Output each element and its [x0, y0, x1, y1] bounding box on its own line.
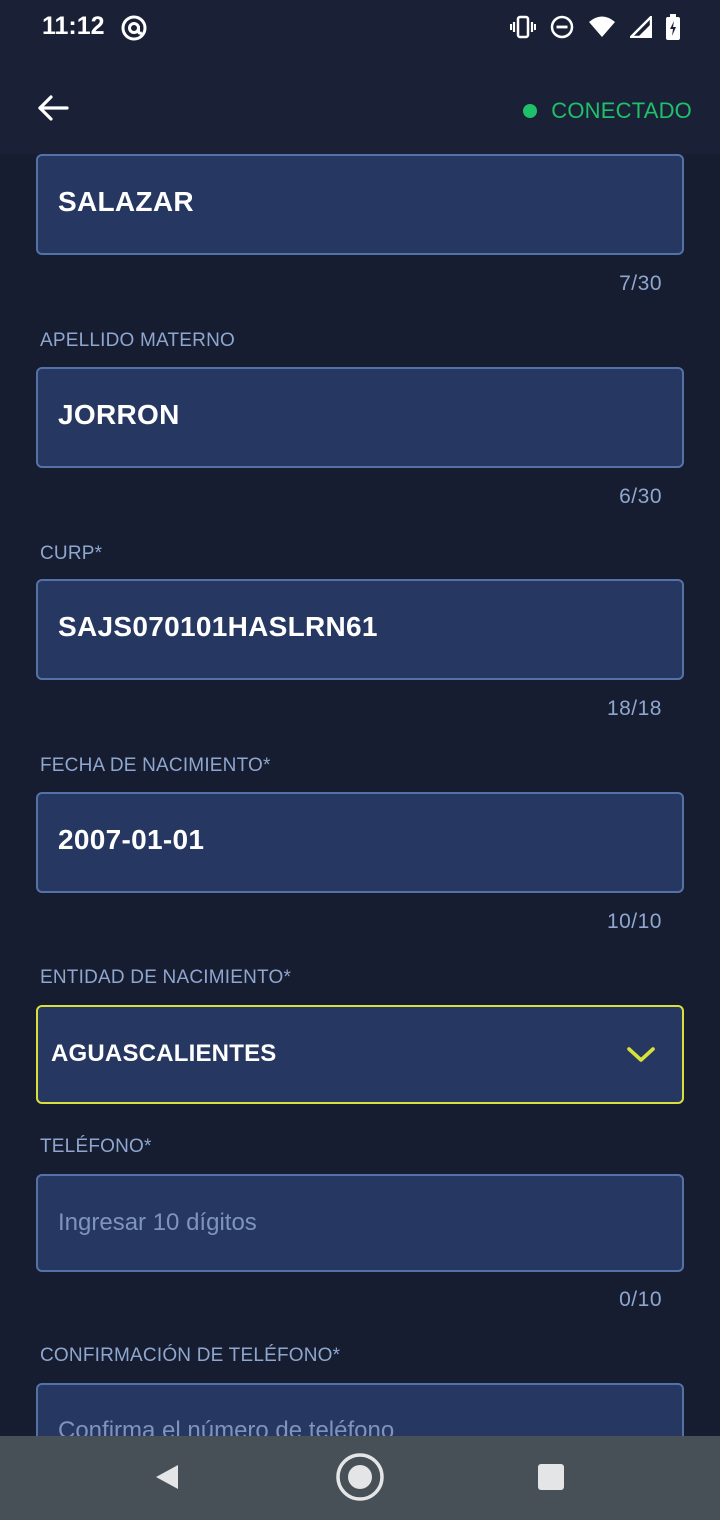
telefono-counter: 0/10: [619, 1288, 662, 1311]
app-bar: CONECTADO: [0, 56, 720, 154]
nav-recents-button[interactable]: [526, 1454, 576, 1504]
wifi-icon: [588, 15, 616, 39]
vibrate-icon: [510, 15, 536, 39]
battery-charging-icon: [666, 14, 680, 40]
entidad-nacimiento-select[interactable]: AGUASCALIENTES: [36, 1005, 684, 1104]
home-circle-icon: [335, 1452, 385, 1507]
recents-square-icon: [537, 1463, 565, 1496]
connection-dot-icon: [523, 104, 538, 118]
apellido-materno-input[interactable]: JORRON: [36, 367, 684, 468]
curp-label: CURP*: [40, 543, 103, 564]
confirmacion-telefono-label: CONFIRMACIÓN DE TELÉFONO*: [40, 1345, 341, 1366]
nav-home-button[interactable]: [335, 1452, 385, 1507]
signal-icon: [630, 16, 652, 38]
arrow-left-icon: [37, 94, 69, 127]
fecha-nacimiento-label: FECHA DE NACIMIENTO*: [40, 755, 271, 776]
curp-counter: 18/18: [606, 697, 662, 720]
entidad-nacimiento-label: ENTIDAD DE NACIMIENTO*: [40, 967, 292, 988]
entidad-nacimiento-value: AGUASCALIENTES: [51, 1040, 277, 1067]
telefono-label: TELÉFONO*: [40, 1136, 152, 1157]
fecha-nacimiento-value: 2007-01-01: [58, 824, 205, 855]
back-triangle-icon: [152, 1462, 182, 1497]
do-not-disturb-icon: [550, 15, 574, 39]
curp-input[interactable]: SAJS070101HASLRN61: [36, 579, 684, 680]
system-nav-bar: [0, 1436, 720, 1520]
apellido-paterno-input[interactable]: SALAZAR: [36, 154, 684, 255]
status-icons: [510, 14, 680, 40]
apellido-paterno-counter: 7/30: [619, 272, 662, 295]
fecha-nacimiento-counter: 10/10: [606, 910, 662, 933]
status-time: 11:12: [42, 12, 105, 40]
apellido-materno-counter: 6/30: [619, 485, 662, 508]
nav-back-button[interactable]: [142, 1454, 192, 1504]
status-bar: 11:12: [0, 0, 720, 56]
connection-label: CONECTADO: [551, 98, 692, 123]
confirmacion-telefono-input[interactable]: Confirma el número de teléfono: [36, 1383, 684, 1436]
fecha-nacimiento-input[interactable]: 2007-01-01: [36, 792, 684, 893]
chevron-down-icon: [626, 1045, 656, 1070]
curp-value: SAJS070101HASLRN61: [58, 611, 378, 642]
apellido-materno-value: JORRON: [58, 399, 180, 430]
apellido-paterno-value: SALAZAR: [58, 186, 194, 217]
back-button[interactable]: [30, 92, 76, 128]
telefono-placeholder: Ingresar 10 dígitos: [58, 1209, 257, 1236]
form-scroll-area[interactable]: SALAZAR 7/30 APELLIDO MATERNO JORRON 6/3…: [0, 154, 720, 1436]
at-sign-icon: [120, 14, 148, 42]
confirmacion-telefono-placeholder: Confirma el número de teléfono: [58, 1417, 395, 1436]
connection-status: CONECTADO: [523, 98, 692, 124]
telefono-input[interactable]: Ingresar 10 dígitos: [36, 1174, 684, 1272]
apellido-materno-label: APELLIDO MATERNO: [40, 330, 235, 351]
